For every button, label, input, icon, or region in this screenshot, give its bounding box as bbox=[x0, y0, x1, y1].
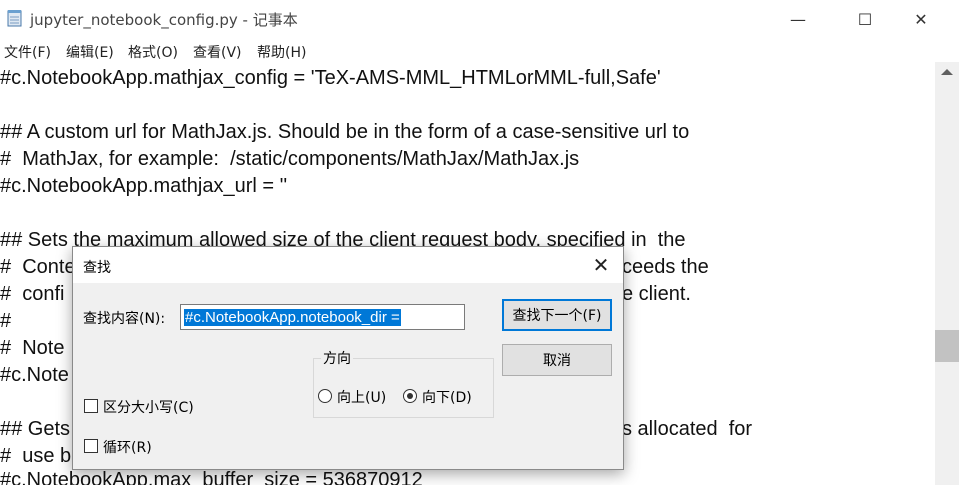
menu-bar: 文件(F) 编辑(E) 格式(O) 查看(V) 帮助(H) bbox=[0, 38, 959, 62]
editor-line: #c.NotebookApp.mathjax_url = '' bbox=[0, 175, 288, 197]
maximize-icon: ☐ bbox=[857, 9, 873, 29]
find-what-label: 查找内容(N): bbox=[83, 311, 166, 327]
dialog-title: 查找 bbox=[83, 260, 111, 276]
wrap-around-checkbox[interactable] bbox=[84, 439, 98, 453]
vertical-scrollbar[interactable] bbox=[935, 62, 959, 485]
match-case-label[interactable]: 区分大小写(C) bbox=[103, 397, 194, 417]
editor-line: # bbox=[0, 310, 12, 332]
direction-label: 方向 bbox=[321, 348, 353, 368]
editor-line-fragment: e client. bbox=[622, 283, 691, 305]
menu-edit[interactable]: 编辑(E) bbox=[66, 42, 114, 62]
find-what-input[interactable]: #c.NotebookApp.notebook_dir = bbox=[180, 304, 465, 330]
scroll-up-arrow-icon[interactable] bbox=[941, 69, 953, 75]
editor-line-fragment: s allocated for bbox=[622, 418, 753, 440]
direction-up-label[interactable]: 向上(U) bbox=[337, 387, 386, 407]
editor-line: ## A custom url for MathJax.js. Should b… bbox=[0, 121, 690, 143]
minimize-button[interactable]: — bbox=[775, 0, 821, 38]
window-title: jupyter_notebook_config.py - 记事本 bbox=[30, 11, 298, 29]
cancel-button[interactable]: 取消 bbox=[502, 344, 612, 376]
editor-line: # use b bbox=[0, 445, 72, 467]
editor-line-fragment: ceeds the bbox=[622, 256, 709, 278]
wrap-around-label[interactable]: 循环(R) bbox=[103, 437, 152, 457]
direction-down-radio[interactable] bbox=[403, 389, 417, 403]
editor-line: #c.NotebookApp.mathjax_config = 'TeX-AMS… bbox=[0, 67, 661, 89]
find-next-button[interactable]: 查找下一个(F) bbox=[502, 299, 612, 331]
find-what-value: #c.NotebookApp.notebook_dir = bbox=[184, 309, 401, 326]
dialog-title-bar: 查找 ✕ bbox=[73, 247, 623, 283]
scroll-thumb[interactable] bbox=[935, 330, 959, 362]
menu-view[interactable]: 查看(V) bbox=[193, 42, 242, 62]
dialog-close-button[interactable]: ✕ bbox=[589, 253, 613, 277]
editor-line: #c.Note bbox=[0, 364, 69, 386]
maximize-button[interactable]: ☐ bbox=[842, 0, 888, 38]
close-window-button[interactable]: ✕ bbox=[898, 0, 944, 38]
menu-format[interactable]: 格式(O) bbox=[128, 42, 178, 62]
menu-help[interactable]: 帮助(H) bbox=[257, 42, 306, 62]
dialog-body: 查找内容(N): #c.NotebookApp.notebook_dir = 查… bbox=[73, 283, 623, 469]
title-bar: jupyter_notebook_config.py - 记事本 — ☐ ✕ bbox=[0, 0, 959, 38]
find-dialog: 查找 ✕ 查找内容(N): #c.NotebookApp.notebook_di… bbox=[72, 246, 624, 470]
editor-line: # Note bbox=[0, 337, 65, 359]
match-case-checkbox[interactable] bbox=[84, 399, 98, 413]
close-icon: ✕ bbox=[914, 9, 928, 29]
editor-line: # confi bbox=[0, 283, 65, 305]
editor-line: ## Gets bbox=[0, 418, 71, 440]
direction-up-radio[interactable] bbox=[318, 389, 332, 403]
minimize-icon: — bbox=[790, 9, 806, 29]
editor-line: # MathJax, for example: /static/componen… bbox=[0, 148, 580, 170]
notepad-icon bbox=[7, 10, 22, 27]
menu-file[interactable]: 文件(F) bbox=[4, 42, 51, 62]
editor-line: # Conte bbox=[0, 256, 76, 278]
direction-down-label[interactable]: 向下(D) bbox=[422, 387, 472, 407]
